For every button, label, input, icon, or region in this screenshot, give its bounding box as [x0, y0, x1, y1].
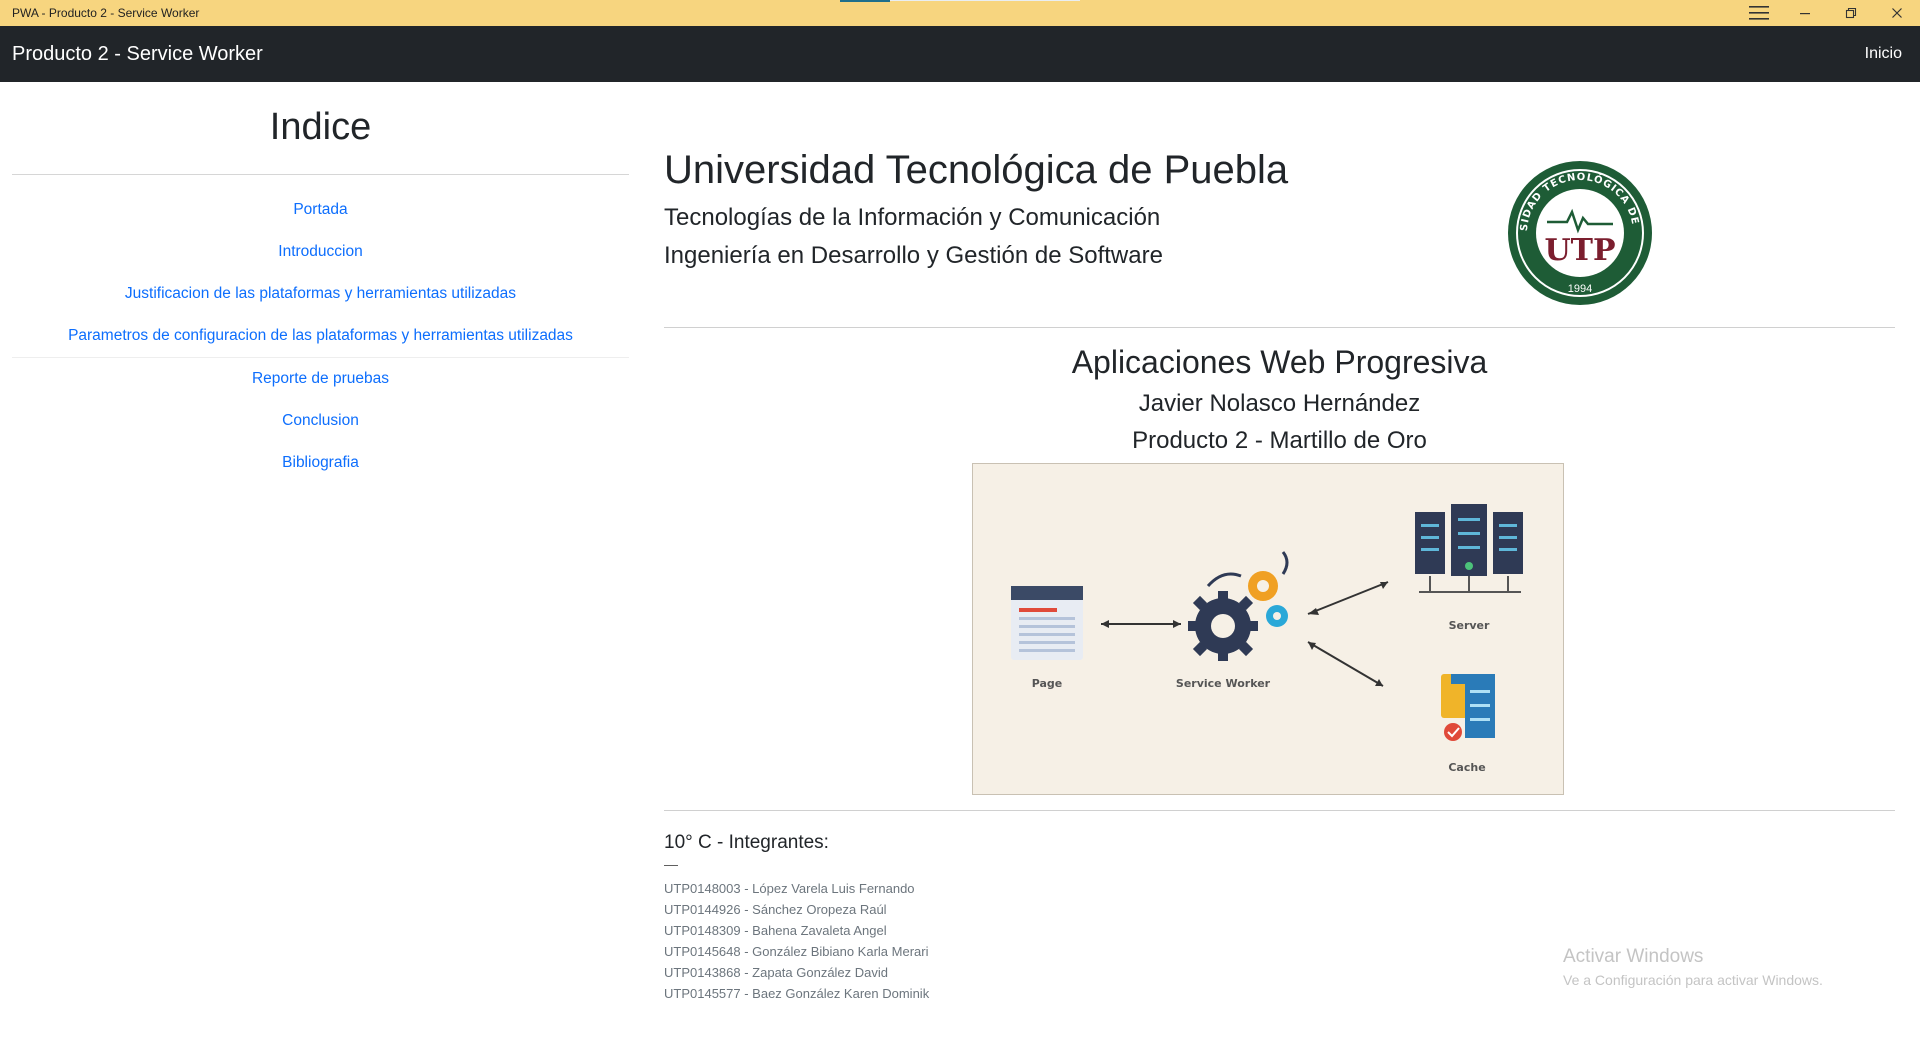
product-title: Producto 2 - Martillo de Oro — [1132, 427, 1427, 454]
index-item-introduccion: Introduccion — [12, 231, 629, 273]
index-item-parametros: Parametros de configuracion de las plata… — [12, 315, 629, 358]
worker-label: Service Worker — [1176, 677, 1271, 690]
cache-icon — [1441, 674, 1495, 741]
logo-initials: UTP — [1544, 233, 1615, 268]
app-navbar: Producto 2 - Service Worker Inicio — [0, 26, 1920, 82]
team-member: UTP0145577 - Baez González Karen Dominik — [664, 986, 930, 1001]
team-member: UTP0148003 - López Varela Luis Fernando — [664, 881, 915, 896]
activation-subtitle: Ve a Configuración para activar Windows. — [1563, 972, 1823, 988]
title-accent-strip — [840, 0, 890, 2]
navbar-brand[interactable]: Producto 2 - Service Worker — [12, 43, 263, 66]
team-member: UTP0148309 - Bahena Zavaleta Angel — [664, 923, 887, 938]
career-subtitle: Ingeniería en Desarrollo y Gestión de So… — [664, 242, 1163, 269]
arrow-worker-server — [1307, 581, 1389, 615]
university-title: Universidad Tecnológica de Puebla — [664, 148, 1289, 192]
teacher-name: Javier Nolasco Hernández — [1138, 390, 1421, 417]
team-member-list: UTP0148003 - López Varela Luis Fernando … — [664, 878, 929, 1004]
index-link-bibliografia[interactable]: Bibliografia — [282, 454, 359, 471]
nav-link-inicio[interactable]: Inicio — [1865, 45, 1902, 63]
division-subtitle: Tecnologías de la Información y Comunica… — [664, 204, 1161, 231]
utp-logo: UNIVERSIDAD TECNOLÓGICA DE PUEBLA UTP 19… — [1507, 160, 1652, 305]
sidebar-index: Indice Portada Introduccion Justificacio… — [12, 82, 629, 484]
course-title: Aplicaciones Web Progresiva — [1071, 344, 1488, 380]
team-dash: — — [664, 856, 678, 872]
index-link-introduccion[interactable]: Introduccion — [278, 243, 362, 260]
page-icon — [1011, 586, 1083, 660]
index-item-justificacion: Justificacion de las plataformas y herra… — [12, 273, 629, 315]
arrow-worker-cache — [1307, 641, 1384, 687]
cache-label: Cache — [1448, 761, 1485, 774]
gears-icon — [1188, 551, 1289, 661]
activation-watermark: Activar Windows Ve a Configuración para … — [1563, 946, 1823, 988]
index-item-portada: Portada — [12, 189, 629, 231]
index-link-parametros[interactable]: Parametros de configuracion de las plata… — [68, 327, 573, 344]
close-icon[interactable] — [1874, 0, 1920, 26]
team-title: 10° C - Integrantes: — [664, 832, 829, 853]
index-heading: Indice — [269, 106, 372, 148]
page-label: Page — [1032, 677, 1063, 690]
window-title-bar: PWA - Producto 2 - Service Worker — [0, 0, 1920, 26]
index-list: Portada Introduccion Justificacion de la… — [12, 189, 629, 484]
index-divider — [12, 174, 629, 175]
server-icon — [1415, 504, 1523, 593]
index-item-reporte: Reporte de pruebas — [12, 358, 629, 400]
index-link-reporte[interactable]: Reporte de pruebas — [252, 370, 389, 387]
header-divider — [664, 327, 1895, 328]
title-accent-strip-light — [890, 0, 1080, 1]
diagram-divider — [664, 810, 1895, 811]
activation-title: Activar Windows — [1563, 946, 1704, 967]
team-member: UTP0144926 - Sánchez Oropeza Raúl — [664, 902, 887, 917]
minimize-icon[interactable] — [1782, 0, 1828, 26]
team-member: UTP0145648 - González Bibiano Karla Mera… — [664, 944, 929, 959]
logo-year: 1994 — [1568, 283, 1592, 295]
index-link-conclusion[interactable]: Conclusion — [282, 412, 359, 429]
index-link-portada[interactable]: Portada — [293, 201, 347, 218]
index-item-bibliografia: Bibliografia — [12, 442, 629, 484]
menu-icon[interactable] — [1736, 0, 1782, 26]
window-title: PWA - Producto 2 - Service Worker — [12, 6, 200, 20]
window-controls — [1736, 0, 1920, 26]
team-member: UTP0143868 - Zapata González David — [664, 965, 889, 980]
index-link-justificacion[interactable]: Justificacion de las plataformas y herra… — [125, 285, 516, 302]
index-item-conclusion: Conclusion — [12, 400, 629, 442]
service-worker-diagram: Page Service Worker Server Cache — [972, 463, 1564, 795]
restore-icon[interactable] — [1828, 0, 1874, 26]
server-label: Server — [1449, 619, 1490, 632]
